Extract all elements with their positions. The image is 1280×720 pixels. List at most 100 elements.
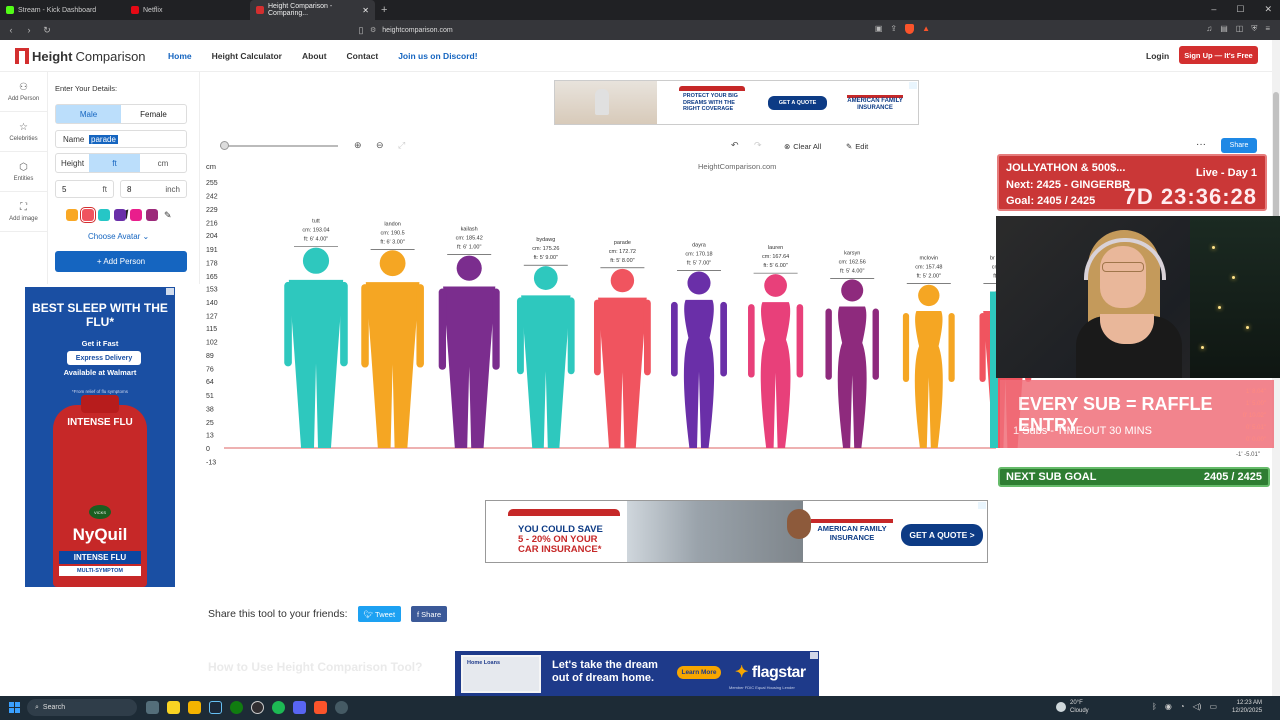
person-karsyn[interactable]: karsyn cm: 162.56 ft: 5' 4.00" <box>825 250 879 448</box>
nav-contact[interactable]: Contact <box>347 51 379 61</box>
unit-ft-button[interactable]: ft <box>89 154 140 172</box>
flagstar-ad[interactable]: Home Loans Let's take the dream out of d… <box>455 651 819 696</box>
share-button[interactable]: Share <box>1221 138 1257 153</box>
xbox-icon[interactable] <box>230 701 243 714</box>
brave-rewards-icon[interactable]: ▲ <box>922 24 930 34</box>
person-dayra[interactable]: dayra cm: 170.18 ft: 5' 7.00" <box>671 242 727 448</box>
zoom-slider-knob[interactable] <box>220 141 229 150</box>
bluetooth-icon[interactable]: ᛒ <box>1152 702 1157 711</box>
share-page-icon[interactable]: ⇪ <box>890 24 897 34</box>
unit-cm-button[interactable]: cm <box>140 154 186 172</box>
discord-icon[interactable] <box>293 701 306 714</box>
site-logo[interactable]: Height Comparison <box>15 48 146 64</box>
person-mclovin[interactable]: mclovin cm: 157.48 ft: 5' 2.00" <box>902 256 955 448</box>
obs-icon[interactable] <box>251 701 264 714</box>
fit-screen-icon[interactable]: ⤢ <box>398 140 405 151</box>
browser-tab-heightcomparison[interactable]: Height Comparison - Comparing... ✕ <box>250 0 375 20</box>
ad-get-quote-button[interactable]: GET A QUOTE > <box>901 524 983 546</box>
close-window-icon[interactable]: ✕ <box>1264 4 1272 15</box>
person-lauren[interactable]: lauren cm: 167.64 ft: 5' 6.00" <box>748 245 804 448</box>
back-icon[interactable]: ‹ <box>4 25 18 35</box>
settings-gear-icon[interactable] <box>335 701 348 714</box>
name-input-value[interactable]: parade <box>89 134 118 144</box>
ad-choices-icon[interactable] <box>166 288 174 295</box>
clear-all-button[interactable]: ⊗ Clear All <box>784 142 821 151</box>
person-tutt[interactable]: tutt cm: 193.04 ft: 6' 4.00" <box>284 219 348 448</box>
ad-learn-more-button[interactable]: Learn More <box>677 666 721 679</box>
spotify-icon[interactable] <box>272 701 285 714</box>
female-button[interactable]: Female <box>121 105 186 123</box>
rail-entities[interactable]: ⬡ Entities <box>0 152 47 192</box>
rail-celebrities[interactable]: ☆ Celebrities <box>0 112 47 152</box>
zoom-out-icon[interactable]: ⊖ <box>376 140 384 151</box>
undo-icon[interactable]: ↶ <box>731 140 739 151</box>
new-tab-icon[interactable]: + <box>375 4 393 16</box>
windows-start-icon[interactable] <box>9 702 20 713</box>
person-landon[interactable]: landon cm: 190.5 ft: 6' 3.00" <box>361 221 424 448</box>
weather-widget[interactable]: 20°F Cloudy <box>1056 699 1089 715</box>
close-tab-icon[interactable]: ✕ <box>362 6 369 15</box>
vpn-icon[interactable]: ⛨ <box>1251 24 1257 34</box>
ad-choices-icon[interactable] <box>909 82 917 89</box>
nyquil-ad[interactable]: BEST SLEEP WITH THE FLU* Get it Fast Exp… <box>25 287 175 587</box>
nav-home[interactable]: Home <box>168 51 192 61</box>
login-link[interactable]: Login <box>1146 51 1169 61</box>
brave-icon[interactable] <box>314 701 327 714</box>
rail-add-person[interactable]: ⚇ Add Person <box>0 72 47 112</box>
sticky-notes-icon[interactable] <box>167 701 180 714</box>
nav-discord[interactable]: Join us on Discord! <box>398 51 477 61</box>
choose-avatar-link[interactable]: Choose Avatar ⌄ <box>88 232 149 241</box>
install-icon[interactable]: ▣ <box>875 24 883 34</box>
rail-add-image[interactable]: ⛶ Add image <box>0 192 47 232</box>
taskbar-clock[interactable]: 12:23 AM 12/20/2025 <box>1232 699 1262 715</box>
task-view-icon[interactable] <box>146 701 159 714</box>
color-swatch[interactable] <box>80 207 96 223</box>
ad-get-quote-button[interactable]: GET A QUOTE <box>768 96 827 110</box>
color-swatch[interactable] <box>66 209 78 221</box>
extension-icon[interactable]: ♫ <box>1206 24 1212 34</box>
signup-button[interactable]: Sign Up — It's Free <box>1179 46 1258 64</box>
add-person-button[interactable]: + Add Person <box>55 251 187 272</box>
color-swatch[interactable] <box>114 209 126 221</box>
nav-height-calculator[interactable]: Height Calculator <box>212 51 282 61</box>
site-info-icon[interactable]: ⚙ <box>370 26 376 34</box>
taskbar-search[interactable]: ⌕ Search <box>27 699 137 716</box>
browser-tab-netflix[interactable]: Netflix <box>125 0 250 20</box>
male-button[interactable]: Male <box>56 105 121 123</box>
feet-input[interactable]: 5 ft <box>55 180 114 198</box>
name-field[interactable]: Name parade <box>55 130 187 148</box>
sidebar-icon[interactable]: ▤ <box>1220 24 1228 34</box>
reload-icon[interactable]: ↻ <box>40 25 54 36</box>
volume-icon[interactable]: ◁) <box>1193 702 1202 711</box>
redo-icon[interactable]: ↷ <box>754 140 762 151</box>
color-swatch[interactable] <box>130 209 142 221</box>
color-picker-icon[interactable]: ✎ <box>164 210 172 221</box>
zoom-in-icon[interactable]: ⊕ <box>354 140 362 151</box>
steam-icon[interactable] <box>209 701 222 714</box>
zoom-slider[interactable] <box>220 145 338 147</box>
browser-tab-kick[interactable]: Stream - Kick Dashboard <box>0 0 125 20</box>
tweet-button[interactable]: 🐦︎ Tweet <box>357 606 402 622</box>
more-options-icon[interactable]: ··· <box>1196 139 1206 150</box>
person-parade[interactable]: parade cm: 172.72 ft: 5' 8.00" <box>593 240 651 448</box>
person-bydawg[interactable]: bydawg cm: 175.26 ft: 5' 9.00" <box>516 237 575 448</box>
wallet-icon[interactable]: ◫ <box>1236 24 1244 34</box>
ad-choices-icon[interactable] <box>810 652 818 659</box>
tray-app-icon[interactable]: ◉ <box>1165 702 1172 711</box>
car-insurance-ad[interactable]: YOU COULD SAVE 5 - 20% ON YOUR CAR INSUR… <box>485 500 988 563</box>
ad-choices-icon[interactable] <box>978 502 986 509</box>
inch-input[interactable]: 8 inch <box>120 180 187 198</box>
edit-button[interactable]: ✎ Edit <box>846 142 868 151</box>
minimize-icon[interactable]: – <box>1211 4 1216 15</box>
battery-icon[interactable]: ▭ <box>1209 702 1217 711</box>
top-banner-ad[interactable]: PROTECT YOUR BIG DREAMS WITH THE RIGHT C… <box>554 80 919 125</box>
maximize-icon[interactable]: ☐ <box>1236 4 1244 15</box>
person-kailash[interactable]: kailash cm: 185.42 ft: 6' 1.00" <box>438 227 500 448</box>
brave-shield-icon[interactable] <box>905 24 915 34</box>
nav-about[interactable]: About <box>302 51 327 61</box>
bookmark-icon[interactable]: ▯ <box>354 25 368 36</box>
menu-icon[interactable]: ≡ <box>1265 24 1270 34</box>
color-swatch[interactable] <box>98 209 110 221</box>
file-explorer-icon[interactable] <box>188 701 201 714</box>
facebook-share-button[interactable]: f Share <box>411 606 448 622</box>
